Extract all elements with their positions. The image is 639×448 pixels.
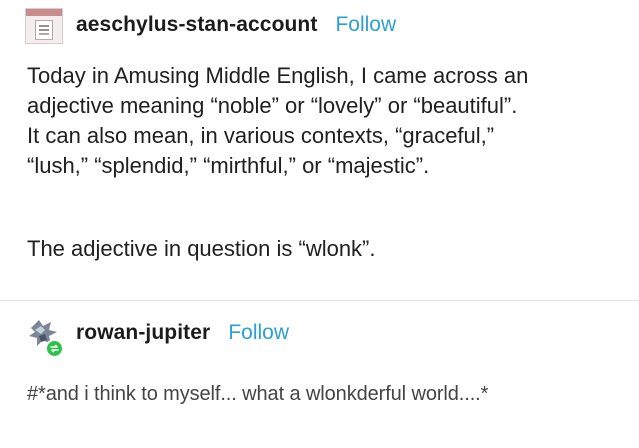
post-body-1: Today in Amusing Middle English, I came …	[27, 61, 528, 181]
text-line: adjective meaning “noble” or “lovely” or…	[27, 93, 518, 118]
paragraph: Today in Amusing Middle English, I came …	[27, 61, 528, 181]
avatar-image-icon	[35, 20, 53, 40]
blog-avatar[interactable]	[25, 318, 65, 360]
post-tags[interactable]: #*and i think to myself... what a wlonkd…	[27, 383, 488, 406]
username[interactable]: rowan-jupiter	[76, 321, 210, 345]
username[interactable]: aeschylus-stan-account	[76, 13, 317, 37]
post-body-1b: The adjective in question is “wlonk”.	[27, 234, 376, 264]
reblog-icon	[45, 339, 64, 358]
text-line: Today in Amusing Middle English, I came …	[27, 63, 529, 88]
post-header-2: rowan-jupiter Follow	[76, 319, 289, 347]
follow-button[interactable]: Follow	[335, 13, 396, 37]
text-line: It can also mean, in various contexts, “…	[27, 123, 495, 148]
post-header-1: aeschylus-stan-account Follow	[76, 11, 396, 39]
text-line: “lush,” “splendid,” “mirthful,” or “maje…	[27, 153, 430, 178]
text-line: The adjective in question is “wlonk”.	[27, 236, 376, 261]
follow-button[interactable]: Follow	[228, 321, 289, 345]
divider	[0, 300, 639, 301]
paragraph: The adjective in question is “wlonk”.	[27, 234, 376, 264]
avatar-header-bar	[26, 9, 62, 16]
blog-avatar[interactable]	[25, 8, 63, 44]
